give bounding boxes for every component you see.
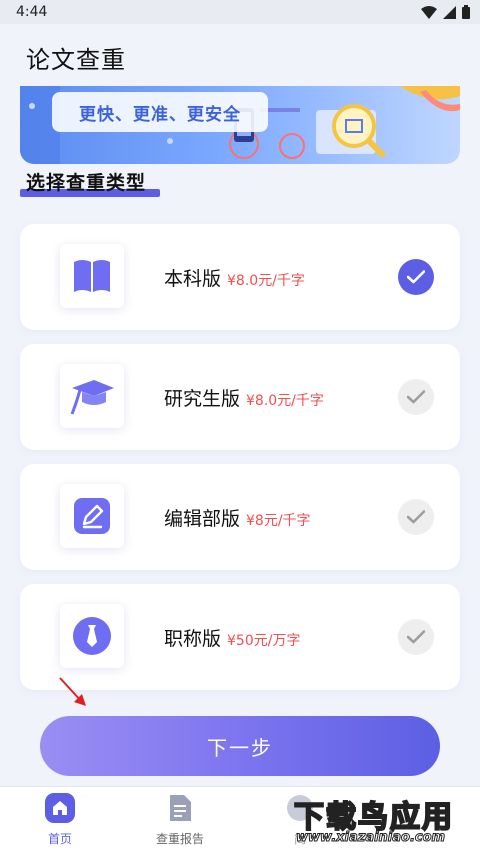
- page-title: 论文查重: [26, 46, 126, 74]
- option-price: ¥8.0元/千字: [246, 393, 324, 409]
- home-icon: [45, 793, 75, 823]
- banner-slogan: 更快、更准、更安全: [52, 92, 268, 132]
- check-icon[interactable]: [398, 379, 434, 415]
- next-step-button[interactable]: 下一步: [40, 716, 440, 776]
- annotation-arrow-icon: [59, 677, 86, 706]
- graduation-cap-icon: [60, 364, 124, 428]
- check-icon[interactable]: [398, 259, 434, 295]
- option-price: ¥8元/千字: [246, 513, 311, 529]
- nav-item-report[interactable]: 查重报告: [140, 793, 220, 847]
- option-label: 本科版 ¥8.0元/千字: [164, 268, 305, 290]
- book-icon: [60, 244, 124, 308]
- nav-label: 首页: [47, 832, 72, 846]
- option-card-professional[interactable]: 职称版 ¥50元/万字: [20, 584, 460, 690]
- option-card-graduate[interactable]: 研究生版 ¥8.0元/千字: [20, 344, 460, 450]
- nav-item-home[interactable]: 首页: [20, 793, 100, 847]
- report-icon: [170, 795, 191, 821]
- signal-icon: [443, 5, 456, 19]
- option-card-editorial[interactable]: 编辑部版 ¥8元/千字: [20, 464, 460, 570]
- promo-banner[interactable]: 更快、更准、更安全: [20, 86, 460, 164]
- nav-label: 查重报告: [155, 832, 204, 846]
- option-card-undergraduate[interactable]: 本科版 ¥8.0元/千字: [20, 224, 460, 330]
- option-label: 研究生版 ¥8.0元/千字: [164, 388, 324, 410]
- option-label: 职称版 ¥50元/万字: [164, 628, 301, 650]
- check-icon[interactable]: [398, 619, 434, 655]
- watermark: 下载鸟应用 www.xiazainiao.com: [290, 792, 476, 850]
- wifi-icon: [421, 5, 437, 19]
- option-price: ¥50元/万字: [227, 633, 301, 649]
- watermark-url: www.xiazainiao.com: [295, 830, 446, 846]
- check-icon[interactable]: [398, 499, 434, 535]
- battery-icon: [462, 5, 470, 19]
- status-time: 4:44: [16, 4, 48, 20]
- status-icons: [421, 5, 470, 19]
- tie-icon: [60, 604, 124, 668]
- option-price: ¥8.0元/千字: [227, 273, 305, 289]
- option-label: 编辑部版 ¥8元/千字: [164, 508, 311, 530]
- edit-icon: [60, 484, 124, 548]
- section-title: 选择查重类型: [26, 172, 147, 194]
- status-bar: 4:44: [0, 0, 480, 24]
